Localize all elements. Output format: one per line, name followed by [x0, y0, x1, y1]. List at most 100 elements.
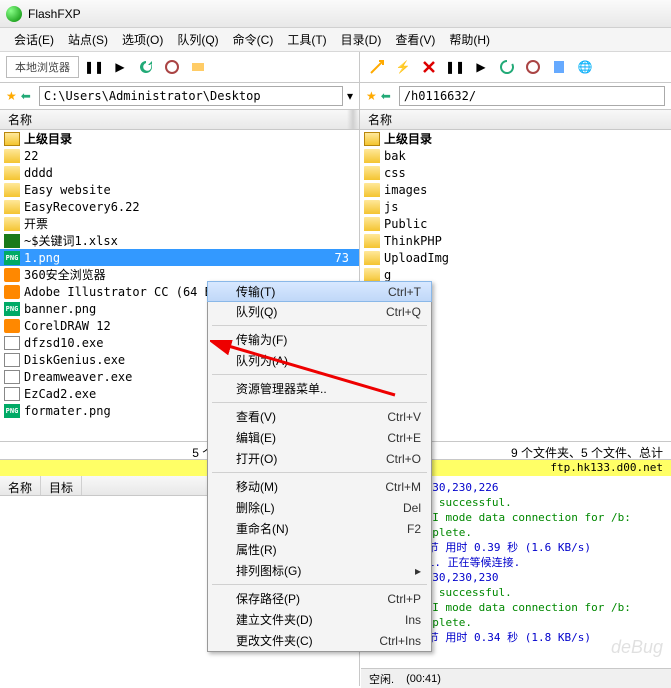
file-row[interactable]: ~$关键词1.xlsx — [0, 232, 359, 249]
context-menu-item[interactable]: 队列为(A) — [208, 350, 431, 371]
context-menu-item[interactable]: 建立文件夹(D)Ins — [208, 609, 431, 630]
menu-item[interactable]: 命令(C) — [227, 28, 280, 51]
remote-path-input[interactable] — [399, 86, 665, 106]
book-icon[interactable] — [548, 56, 570, 78]
context-menu-item[interactable]: 打开(O)Ctrl+O — [208, 448, 431, 469]
col-resizer[interactable] — [347, 110, 359, 129]
context-menu-item[interactable]: 队列(Q)Ctrl+Q — [208, 301, 431, 322]
menu-shortcut: Ctrl+T — [388, 285, 421, 299]
menu-item[interactable]: 站点(S) — [62, 28, 114, 51]
context-menu-item[interactable]: 传输为(F) — [208, 329, 431, 350]
statusbar: 空闲. (00:41) — [361, 668, 671, 688]
file-row[interactable]: Easy website — [0, 181, 359, 198]
context-menu-item[interactable]: 重命名(N)F2 — [208, 518, 431, 539]
menu-item[interactable]: 工具(T) — [281, 28, 332, 51]
pause-icon[interactable]: ❚❚ — [83, 56, 105, 78]
star-icon[interactable]: ★ — [6, 89, 17, 103]
png-icon: PNG — [4, 404, 20, 418]
connect-icon[interactable] — [366, 56, 388, 78]
back-icon[interactable]: ⬅ — [21, 89, 31, 103]
context-menu-item[interactable]: 排列图标(G)▸ — [208, 560, 431, 581]
menu-shortcut: Ctrl+M — [385, 480, 421, 494]
local-path-input[interactable] — [39, 86, 343, 106]
folder-icon — [364, 268, 380, 282]
play-icon[interactable]: ▶ — [109, 56, 131, 78]
context-menu-item[interactable]: 属性(R) — [208, 539, 431, 560]
file-size: 73 — [335, 251, 355, 265]
folder-icon — [364, 251, 380, 265]
xlsx-icon — [4, 234, 20, 248]
queue-col-name[interactable]: 名称 — [0, 476, 41, 495]
addrbar-left: ★ ⬅ ▾ — [0, 83, 360, 109]
file-row[interactable]: css — [360, 164, 671, 181]
menu-separator — [212, 325, 427, 326]
file-row[interactable]: js — [360, 198, 671, 215]
menu-label: 删除(L) — [236, 499, 275, 516]
local-browser-label[interactable]: 本地浏览器 — [6, 56, 79, 78]
folder-icon — [364, 234, 380, 248]
context-menu-item[interactable]: 移动(M) Ctrl+M — [208, 476, 431, 497]
menu-item[interactable]: 查看(V) — [389, 28, 441, 51]
refresh-icon[interactable] — [135, 56, 157, 78]
menu-label: 队列为(A) — [236, 352, 288, 369]
file-row[interactable]: 22 — [0, 147, 359, 164]
globe-icon[interactable]: 🌐 — [574, 56, 596, 78]
file-row[interactable]: ThinkPHP — [360, 232, 671, 249]
menu-label: 移动(M) — [236, 478, 278, 495]
folder-icon — [364, 183, 380, 197]
file-row[interactable]: UploadImg — [360, 249, 671, 266]
context-menu-item[interactable]: 保存路径(P)Ctrl+P — [208, 588, 431, 609]
queue-col-target[interactable]: 目标 — [41, 476, 82, 495]
file-name: css — [384, 166, 406, 180]
menu-label: 查看(V) — [236, 408, 276, 425]
context-menu-item[interactable]: 资源管理器菜单.. — [208, 378, 431, 399]
refresh2-icon[interactable] — [496, 56, 518, 78]
folder-icon — [4, 217, 20, 231]
transfer-mode-icon[interactable] — [187, 56, 209, 78]
context-menu-item[interactable]: 查看(V)Ctrl+V — [208, 406, 431, 427]
file-row[interactable]: 开票 — [0, 215, 359, 232]
app-icon — [4, 319, 20, 333]
exe-icon — [4, 387, 20, 401]
file-row[interactable]: EasyRecovery6.22 — [0, 198, 359, 215]
abort-icon[interactable] — [161, 56, 183, 78]
png-icon: PNG — [4, 302, 20, 316]
parent-dir-row[interactable]: 上级目录 — [0, 130, 359, 147]
menu-item[interactable]: 选项(O) — [116, 28, 169, 51]
menu-item[interactable]: 队列(Q) — [171, 28, 224, 51]
context-menu-item[interactable]: 编辑(E)Ctrl+E — [208, 427, 431, 448]
file-name: EzCad2.exe — [24, 387, 96, 401]
toolbar-left: 本地浏览器 ❚❚ ▶ — [0, 52, 360, 82]
folder-icon — [4, 200, 20, 214]
abort2-icon[interactable] — [522, 56, 544, 78]
dropdown-icon[interactable]: ▾ — [347, 89, 353, 103]
folder-icon — [364, 149, 380, 163]
context-menu-item[interactable]: 删除(L)Del — [208, 497, 431, 518]
back-icon[interactable]: ⬅ — [381, 89, 391, 103]
toolbars: 本地浏览器 ❚❚ ▶ ⚡ ❚❚ ▶ 🌐 — [0, 52, 671, 83]
star-icon[interactable]: ★ — [366, 89, 377, 103]
file-row[interactable]: bak — [360, 147, 671, 164]
menu-item[interactable]: 帮助(H) — [443, 28, 496, 51]
file-row[interactable]: dddd — [0, 164, 359, 181]
bolt-icon[interactable]: ⚡ — [392, 56, 414, 78]
menu-label: 传输(T) — [236, 283, 275, 300]
context-menu-item[interactable]: 传输(T) Ctrl+T — [207, 281, 432, 302]
pause2-icon[interactable]: ❚❚ — [444, 56, 466, 78]
menu-label: 重命名(N) — [236, 520, 289, 537]
disconnect-icon[interactable] — [418, 56, 440, 78]
play2-icon[interactable]: ▶ — [470, 56, 492, 78]
local-col-header[interactable]: 名称 — [0, 110, 359, 130]
context-menu[interactable]: 传输(T) Ctrl+T 队列(Q)Ctrl+Q 传输为(F) 队列为(A) 资源管理器菜… — [207, 281, 432, 652]
folder-icon — [4, 183, 20, 197]
file-row[interactable]: images — [360, 181, 671, 198]
parent-dir-row[interactable]: 上级目录 — [360, 130, 671, 147]
menu-item[interactable]: 目录(D) — [335, 28, 388, 51]
file-name: ~$关键词1.xlsx — [24, 232, 118, 249]
context-menu-item[interactable]: 更改文件夹(C)Ctrl+Ins — [208, 630, 431, 651]
menu-item[interactable]: 会话(E) — [8, 28, 60, 51]
remote-col-header[interactable]: 名称 — [360, 110, 671, 130]
file-row[interactable]: PNG1.png73 — [0, 249, 359, 266]
file-row[interactable]: Public — [360, 215, 671, 232]
app-icon — [4, 285, 20, 299]
